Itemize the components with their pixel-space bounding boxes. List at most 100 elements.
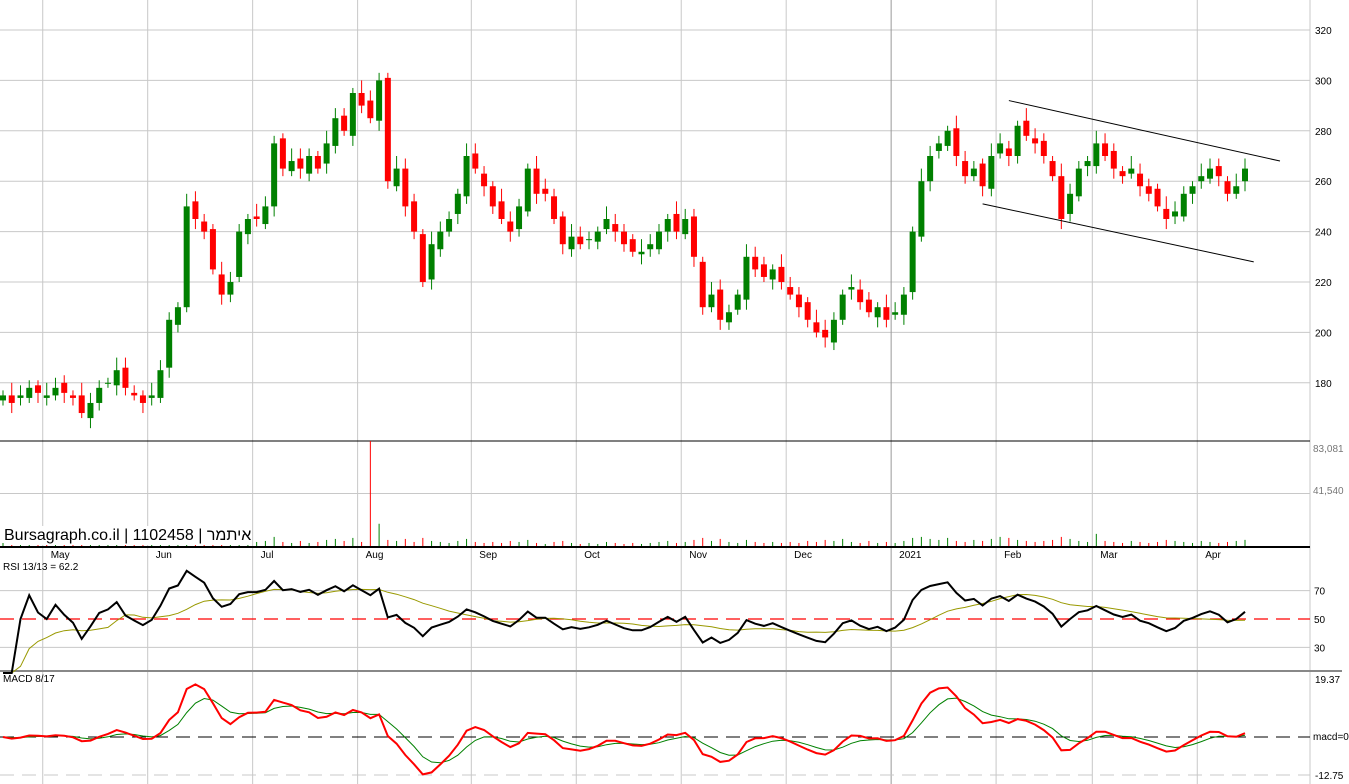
candle-body: [174, 307, 181, 325]
candle-body: [717, 289, 724, 320]
candle-body: [166, 319, 173, 368]
candle-body: [78, 395, 85, 414]
month-label: Feb: [1004, 550, 1022, 561]
candle-body: [463, 156, 470, 197]
candle-body: [655, 231, 662, 250]
candle-body: [524, 168, 531, 212]
candle-body: [297, 158, 304, 169]
candle-body: [227, 282, 234, 295]
candle-body: [61, 382, 68, 393]
month-label: Nov: [689, 550, 707, 561]
candle-body: [778, 266, 785, 282]
macd-signal-line: [2, 697, 1246, 764]
candle-body: [1093, 143, 1100, 167]
candle-body: [122, 367, 129, 388]
candle-body: [839, 294, 846, 320]
price-tick-label: 180: [1315, 379, 1332, 390]
candle-body: [183, 206, 190, 308]
candle-body: [271, 143, 278, 207]
month-label: Oct: [584, 550, 600, 561]
candle-body: [760, 264, 767, 277]
candle-body: [437, 231, 444, 250]
candle-body: [795, 294, 802, 308]
candle-body: [621, 231, 627, 245]
candle-body: [664, 219, 671, 232]
candle-body: [52, 387, 59, 396]
candle-body: [594, 231, 601, 242]
candle-body: [498, 201, 505, 219]
month-label: Dec: [794, 550, 812, 561]
macd-tick-label: -12.75: [1315, 771, 1344, 782]
candle-body: [559, 216, 566, 245]
candle-body: [752, 256, 759, 270]
candle-body: [323, 143, 330, 164]
candle-body: [769, 269, 776, 280]
month-label: Sep: [479, 550, 497, 561]
candle-body: [279, 138, 286, 169]
candle-body: [1032, 138, 1039, 144]
price-tick-label: 200: [1315, 328, 1332, 339]
candle-body: [970, 168, 977, 177]
candle-body: [1058, 176, 1065, 219]
candle-body: [1198, 176, 1205, 182]
candle-body: [725, 312, 732, 323]
candle-body: [87, 402, 94, 419]
candle-body: [454, 193, 461, 214]
candle-body: [236, 231, 243, 277]
candle-body: [1180, 193, 1187, 217]
volume-tick-label: 83,081: [1313, 444, 1344, 455]
candle-body: [699, 261, 706, 308]
candle-body: [1145, 186, 1152, 194]
candle-body: [1005, 148, 1012, 156]
candle-body: [1215, 166, 1222, 177]
candle-body: [1189, 186, 1196, 194]
candle-body: [428, 244, 435, 280]
candle-body: [1110, 150, 1117, 169]
candle-body: [507, 221, 514, 232]
candle-body: [979, 163, 986, 187]
candle-body: [953, 128, 960, 156]
candle-body: [1137, 173, 1144, 187]
price-tick-label: 240: [1315, 228, 1332, 239]
month-label: Aug: [366, 550, 384, 561]
candle-body: [927, 156, 934, 182]
candle-body: [1224, 181, 1231, 194]
candle-body: [1172, 211, 1179, 217]
rsi-tick-label: 50: [1314, 615, 1326, 626]
candle-body: [69, 395, 76, 398]
candle-body: [822, 329, 829, 338]
candle-body: [988, 156, 995, 189]
candle-body: [1102, 143, 1109, 156]
chart-canvas: 180 200 220 240 260 280 300 320 May Jun Jul Aug Sep O…: [0, 0, 1349, 784]
candle-body: [647, 244, 654, 250]
candle-body: [17, 395, 24, 398]
candle-body: [612, 224, 619, 232]
rsi-line: [3, 569, 1246, 674]
candle-body: [673, 213, 680, 232]
candle-body: [1207, 168, 1214, 179]
candle-body: [489, 186, 496, 207]
candle-body: [629, 239, 636, 252]
candle-body: [349, 93, 356, 136]
candle-body: [1067, 193, 1074, 214]
candle-body: [1128, 168, 1135, 174]
candle-body: [682, 219, 689, 235]
macd-tick-label: 19.37: [1315, 675, 1340, 686]
candle-body: [1233, 186, 1240, 194]
candle-body: [708, 294, 715, 308]
candle-body: [1154, 188, 1161, 207]
macd-tick-label: macd=0: [1313, 732, 1349, 743]
candle-body: [568, 236, 575, 250]
macd-line: [2, 683, 1246, 776]
candle-body: [734, 294, 741, 310]
candle-body: [586, 239, 593, 241]
candle-body: [962, 161, 969, 177]
candle-body: [900, 294, 907, 315]
candle-body: [944, 130, 951, 146]
candle-body: [262, 206, 269, 225]
volume-tick-label: 41,540: [1313, 486, 1344, 497]
candle-body: [393, 168, 400, 187]
candle-body: [1014, 125, 1021, 156]
candle-body: [874, 307, 881, 318]
candle-body: [857, 289, 864, 303]
